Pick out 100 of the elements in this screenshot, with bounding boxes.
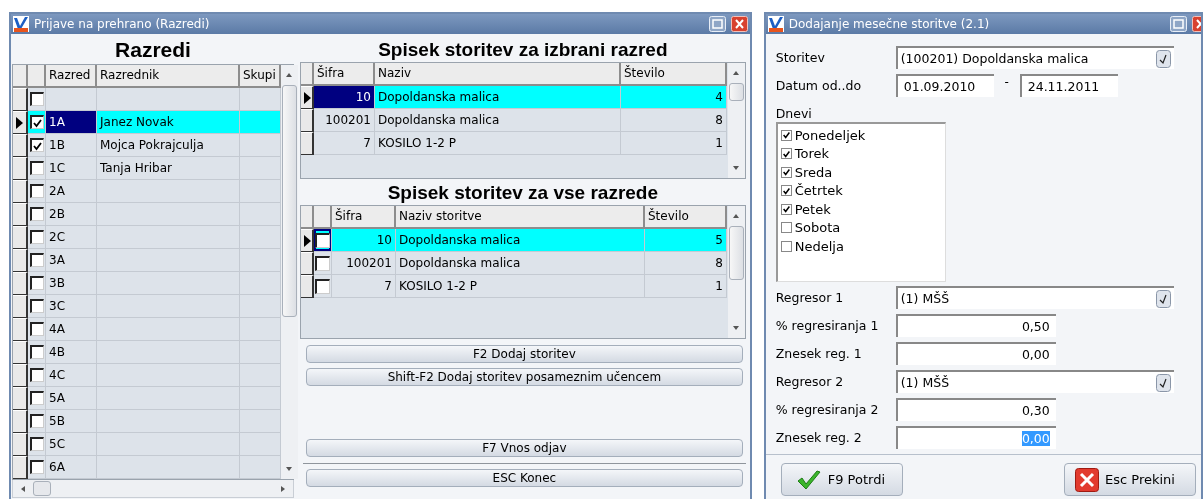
table-row[interactable]: 2C — [13, 226, 281, 249]
row-header[interactable] — [13, 111, 28, 134]
row-header[interactable] — [301, 132, 314, 155]
close-icon[interactable] — [730, 16, 748, 32]
checkbox-label[interactable]: Nedelja — [794, 238, 844, 254]
checkbox[interactable] — [29, 92, 44, 106]
table-row[interactable]: 4C — [13, 364, 281, 387]
checkbox[interactable] — [780, 166, 792, 178]
column-header[interactable]: Skupi — [240, 65, 281, 88]
checkbox[interactable] — [780, 185, 792, 197]
checkbox[interactable] — [29, 276, 44, 290]
table-row[interactable]: 100201 Dopoldanska malica 8 — [301, 252, 728, 275]
table-row[interactable]: 4B — [13, 341, 281, 364]
checkbox[interactable] — [29, 460, 44, 474]
action-button[interactable]: ESC Konec — [306, 469, 743, 487]
column-header[interactable]: Naziv storitve — [396, 206, 645, 229]
row-header[interactable] — [13, 364, 28, 387]
table-row[interactable]: 3B — [13, 272, 281, 295]
checkbox[interactable] — [780, 148, 792, 160]
row-header[interactable] — [13, 180, 28, 203]
checkbox[interactable] — [29, 391, 44, 405]
column-header[interactable]: Število — [645, 206, 727, 229]
table-row[interactable]: 2B — [13, 203, 281, 226]
table-row[interactable]: 2A — [13, 180, 281, 203]
action-button[interactable]: Shift-F2 Dodaj storitev posameznim učencem — [306, 368, 743, 386]
dialog-button[interactable]: Esc Prekini — [1064, 463, 1196, 496]
dropdown-button-icon[interactable] — [1155, 289, 1171, 308]
checkbox[interactable] — [780, 240, 792, 252]
checkbox-label[interactable]: Petek — [794, 201, 831, 217]
input-field[interactable]: 0,50 — [895, 314, 1056, 337]
table-row[interactable]: 1B Mojca Pokrajculja — [13, 134, 281, 157]
row-header[interactable] — [13, 387, 28, 410]
maximize-icon[interactable] — [708, 16, 726, 32]
row-header[interactable] — [13, 341, 28, 364]
checkbox-label[interactable]: Sreda — [794, 164, 833, 180]
row-header[interactable] — [13, 157, 28, 180]
table-row[interactable]: 7 KOSILO 1-2 P 1 — [301, 132, 728, 155]
row-header[interactable] — [13, 249, 28, 272]
dialog-button[interactable]: F9 Potrdi — [780, 463, 903, 496]
dropdown-button-icon[interactable] — [1155, 49, 1171, 68]
action-button[interactable]: F2 Dodaj storitev — [306, 345, 743, 363]
horizontal-scrollbar[interactable] — [12, 480, 294, 498]
checkbox[interactable] — [29, 253, 44, 267]
dropdown-field[interactable]: (100201) Dopoldanska malica — [895, 46, 1174, 69]
checkbox[interactable] — [780, 203, 792, 215]
table-row[interactable]: 1C Tanja Hribar — [13, 157, 281, 180]
dropdown-button-icon[interactable] — [1155, 373, 1171, 392]
column-header[interactable]: Šifra — [332, 206, 396, 229]
checkbox[interactable] — [780, 129, 792, 141]
column-header[interactable]: Razred — [46, 65, 97, 88]
checkbox[interactable] — [29, 414, 44, 428]
column-header[interactable]: Število — [621, 63, 727, 86]
checkbox[interactable] — [29, 138, 44, 152]
table-row[interactable]: 7 KOSILO 1-2 P 1 — [301, 275, 728, 298]
checkbox[interactable] — [29, 207, 44, 221]
checkbox[interactable] — [29, 322, 44, 336]
row-header[interactable] — [13, 226, 28, 249]
checkbox[interactable] — [29, 368, 44, 382]
checkbox[interactable] — [29, 184, 44, 198]
checkbox[interactable] — [315, 255, 330, 271]
row-header[interactable] — [13, 433, 28, 456]
table-row[interactable]: 10 Dopoldanska malica 5 — [301, 229, 728, 252]
row-header[interactable] — [13, 203, 28, 226]
checkbox-label[interactable]: Ponedeljek — [794, 127, 866, 143]
input-field[interactable]: 0,00 — [895, 342, 1056, 365]
column-header[interactable]: Razrednik — [97, 65, 240, 88]
row-header[interactable] — [301, 109, 314, 132]
table-row[interactable]: 5C — [13, 433, 281, 456]
table-row[interactable]: 5B — [13, 410, 281, 433]
checkbox[interactable] — [29, 299, 44, 313]
table-row[interactable]: 3A — [13, 249, 281, 272]
date-field[interactable]: 24.11.2011 — [1019, 74, 1118, 97]
dropdown-field[interactable]: (1) MŠŠ — [895, 370, 1174, 393]
row-header[interactable] — [301, 252, 314, 275]
row-header[interactable] — [13, 134, 28, 157]
checkbox[interactable] — [29, 115, 44, 129]
table-row[interactable]: 10 Dopoldanska malica 4 — [301, 86, 728, 109]
checkbox[interactable] — [315, 278, 330, 294]
checkbox[interactable] — [780, 222, 792, 234]
table-row[interactable]: 6A — [13, 456, 281, 479]
row-header[interactable] — [301, 275, 314, 298]
table-row[interactable]: 1A Janez Novak — [13, 111, 281, 134]
dropdown-field[interactable]: (1) MŠŠ — [895, 286, 1174, 309]
column-header[interactable]: Naziv — [375, 63, 621, 86]
row-header[interactable] — [301, 229, 314, 252]
row-header[interactable] — [13, 318, 28, 341]
table-row[interactable]: 4A — [13, 318, 281, 341]
row-header[interactable] — [301, 86, 314, 109]
table-row[interactable]: 5A — [13, 387, 281, 410]
checkbox-label[interactable]: Torek — [794, 146, 829, 162]
row-header[interactable] — [13, 295, 28, 318]
row-header[interactable] — [13, 456, 28, 479]
checkbox-label[interactable]: Sobota — [794, 220, 841, 236]
checkbox-label[interactable]: Četrtek — [794, 183, 843, 199]
input-field[interactable]: 0,30 — [895, 398, 1056, 421]
checkbox[interactable] — [29, 230, 44, 244]
column-header[interactable]: Šifra — [314, 63, 375, 86]
row-header[interactable] — [13, 410, 28, 433]
row-header[interactable] — [13, 88, 28, 111]
table-row[interactable]: 100201 Dopoldanska malica 8 — [301, 109, 728, 132]
